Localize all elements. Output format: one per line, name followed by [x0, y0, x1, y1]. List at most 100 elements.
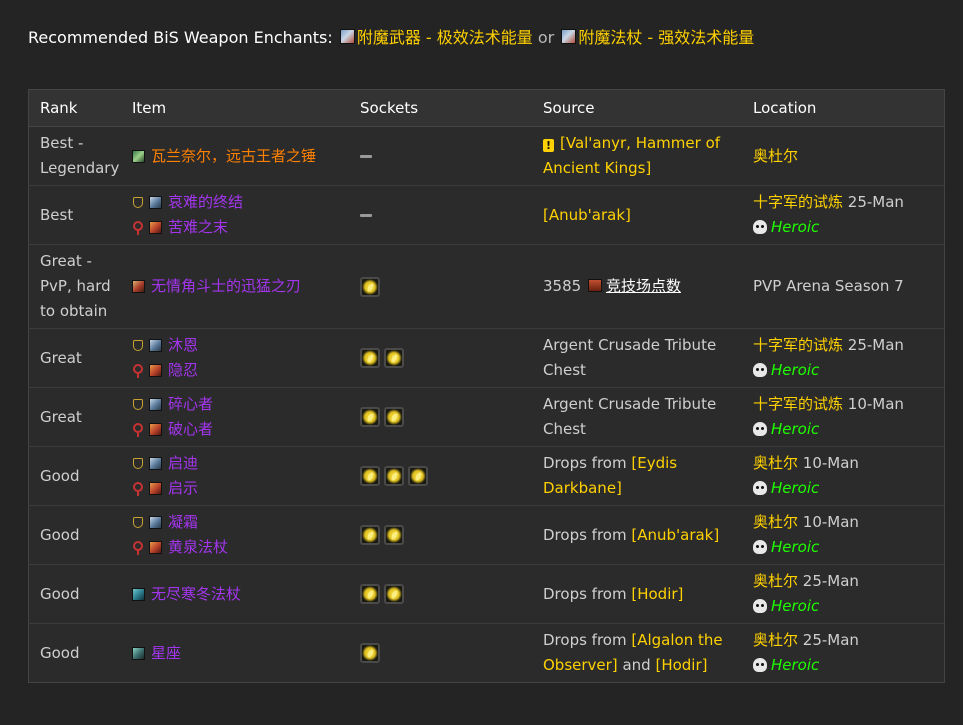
item-link[interactable]: 隐忍 [168, 358, 198, 383]
item-entry: 哀难的终结 [132, 190, 349, 215]
staff-icon [149, 423, 162, 436]
source-link[interactable]: [Anub'arak] [543, 206, 631, 224]
item-link[interactable]: 启示 [168, 476, 198, 501]
heroic-line: Heroic [753, 358, 944, 383]
raid-size: 25-Man [802, 631, 859, 649]
location-cell: 十字军的试炼 10-Man Heroic [742, 387, 945, 447]
sockets-cell [349, 244, 532, 329]
source-cell: [Anub'arak] [532, 185, 742, 245]
item-entry: 黄泉法杖 [132, 535, 349, 560]
zone-link[interactable]: 十字军的试炼 [753, 336, 843, 354]
source-text: Drops from [543, 525, 627, 544]
item-link[interactable]: 瓦兰奈尔，远古王者之锤 [151, 144, 316, 169]
skull-icon [753, 481, 767, 495]
table-row: Great - PvP, hard to obtain 无情角斗士的迅猛之刃 358… [28, 244, 945, 329]
staff-icon [149, 196, 162, 209]
skull-icon [753, 540, 767, 554]
item-link[interactable]: 凝霜 [168, 510, 198, 535]
yellow-socket-icon [360, 407, 380, 427]
item-link[interactable]: 哀难的终结 [168, 190, 243, 215]
source-link[interactable]: [Anub'arak] [631, 526, 719, 544]
location-cell: 十字军的试炼 25-Man Heroic [742, 185, 945, 245]
source-link[interactable]: [Hodir] [655, 656, 707, 674]
item-link[interactable]: 启迪 [168, 451, 198, 476]
item-link[interactable]: 沐恩 [168, 333, 198, 358]
zone-link[interactable]: 十字军的试炼 [753, 395, 843, 413]
item-cell: 星座 [121, 624, 349, 683]
enchant-link-staff[interactable]: 附魔法杖 - 强效法术能量 [578, 28, 754, 47]
horde-icon [132, 363, 144, 378]
header-location: Location [742, 89, 945, 127]
rank-cell: Great [28, 387, 121, 447]
source-link[interactable]: [Val'anyr, Hammer of Ancient Kings] [543, 134, 720, 177]
location-zone-line: 奥杜尔 25-Man [753, 569, 944, 594]
source-cell: Argent Crusade Tribute Chest [532, 328, 742, 388]
zone-link[interactable]: 奥杜尔 [753, 513, 798, 531]
arena-points-value: 3585 [543, 277, 582, 295]
socket-group [360, 407, 532, 427]
enchant-link-weapon[interactable]: 附魔武器 - 极效法术能量 [357, 28, 533, 47]
source-text: Argent Crusade Tribute Chest [543, 336, 717, 379]
sockets-cell [349, 185, 532, 245]
zone-link[interactable]: 奥杜尔 [753, 572, 798, 590]
item-link[interactable]: 星座 [151, 641, 181, 666]
staff-icon [149, 482, 162, 495]
table-row: Great 碎心者 破心者 Argent Crusade Tribute Chest 十… [28, 387, 945, 447]
item-link[interactable]: 苦难之末 [168, 215, 228, 240]
staff-icon [132, 587, 145, 601]
item-entry: 苦难之末 [132, 215, 349, 240]
table-header-row: Rank Item Sockets Source Location [28, 89, 945, 127]
heroic-line: Heroic [753, 653, 944, 678]
source-link[interactable]: [Hodir] [631, 585, 683, 603]
item-link[interactable]: 碎心者 [168, 392, 213, 417]
zone-link[interactable]: 奥杜尔 [753, 631, 798, 649]
staff-icon [149, 364, 162, 377]
header-item: Item [121, 89, 349, 127]
item-link[interactable]: 无情角斗士的迅猛之刃 [151, 274, 301, 299]
alliance-icon [132, 398, 144, 412]
table-row: Good 星座 Drops from [Algalon the Observer] … [29, 624, 945, 683]
table-row: Good 无尽寒冬法杖 Drops from [Hodir] 奥杜尔 25-Man He… [28, 564, 945, 624]
rank-cell: Good [28, 564, 121, 624]
horde-icon [132, 481, 144, 496]
skull-icon [753, 599, 767, 613]
source-cell: Drops from [Anub'arak] [532, 505, 742, 565]
item-link[interactable]: 无尽寒冬法杖 [151, 582, 241, 607]
yellow-socket-icon [360, 466, 380, 486]
item-entry: 瓦兰奈尔，远古王者之锤 [132, 144, 349, 169]
yellow-socket-icon [384, 466, 404, 486]
alliance-icon [132, 457, 144, 471]
heroic-label: Heroic [771, 656, 820, 674]
rank-cell: Great [28, 328, 121, 388]
source-text: Drops from [543, 584, 627, 603]
location-zone-line: 十字军的试炼 10-Man [753, 392, 944, 417]
hammer-icon [132, 149, 145, 163]
heroic-label: Heroic [771, 420, 820, 438]
raid-size: 10-Man [847, 395, 904, 413]
item-cell: 沐恩 隐忍 [121, 328, 349, 388]
yellow-socket-icon [384, 407, 404, 427]
staff-icon [149, 457, 162, 470]
no-socket-dash [360, 154, 372, 158]
arena-points-link[interactable]: 竞技场点数 [606, 277, 681, 295]
table-row: Best 哀难的终结 苦难之末 [Anub'arak] 十字军的试炼 25-Man Her… [28, 185, 945, 245]
heroic-label: Heroic [771, 361, 820, 379]
sockets-cell [349, 564, 532, 624]
socket-group [360, 584, 532, 604]
item-entry: 隐忍 [132, 358, 349, 383]
location-zone-line: 奥杜尔 25-Man [753, 628, 944, 653]
socket-group [360, 466, 532, 486]
zone-link[interactable]: 奥杜尔 [753, 454, 798, 472]
item-entry: 破心者 [132, 417, 349, 442]
item-link[interactable]: 破心者 [168, 417, 213, 442]
header-rank: Rank [28, 89, 121, 127]
zone-link[interactable]: 奥杜尔 [753, 147, 798, 165]
staff-icon [149, 541, 162, 554]
enchant-heading: Recommended BiS Weapon Enchants [28, 28, 328, 47]
zone-link[interactable]: 十字军的试炼 [753, 193, 843, 211]
source-cell: Drops from [Hodir] [532, 564, 742, 624]
location-cell: 奥杜尔 25-Man Heroic [742, 564, 945, 624]
header-source: Source [532, 89, 742, 127]
location-cell: 奥杜尔 25-Man Heroic [742, 624, 945, 683]
item-link[interactable]: 黄泉法杖 [168, 535, 228, 560]
